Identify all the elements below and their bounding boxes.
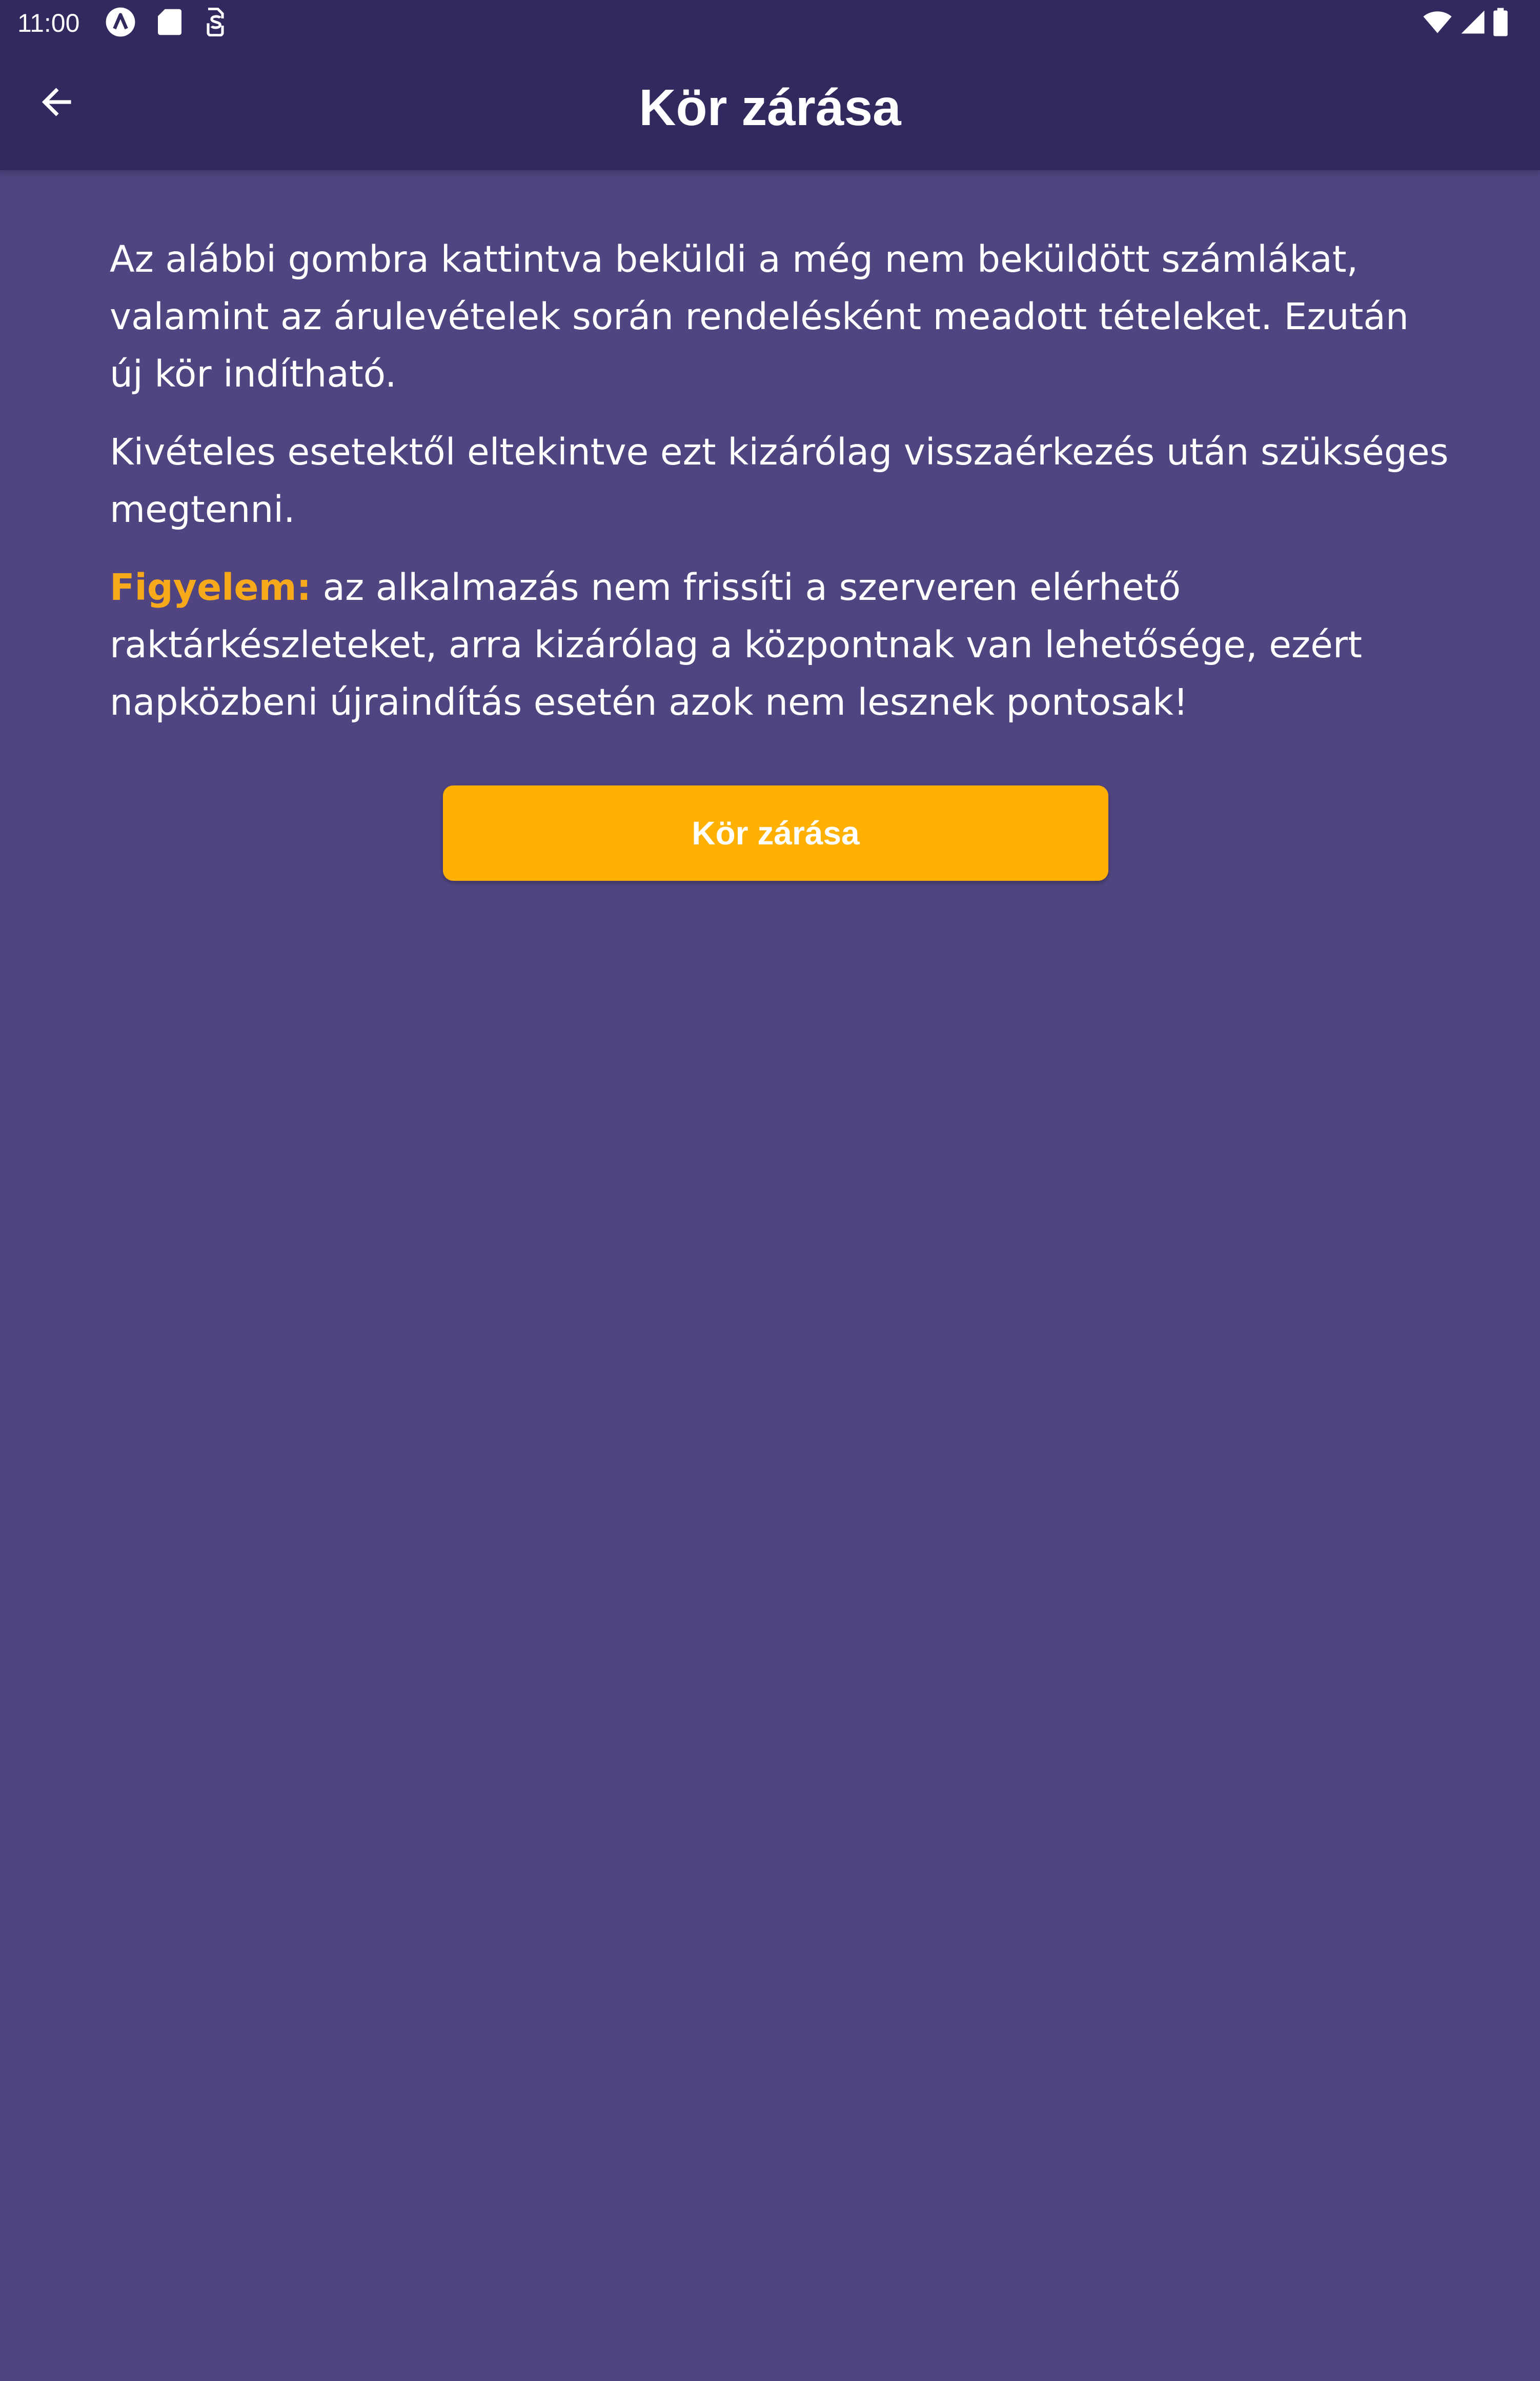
battery-icon (1493, 8, 1508, 39)
autofill-icon (105, 6, 136, 41)
page-title: Kör zárása (639, 79, 901, 136)
status-time: 11:00 (17, 9, 80, 37)
warning-label: Figyelem: (110, 566, 311, 609)
sd-card-icon (158, 8, 181, 39)
status-bar: 11:00 (0, 0, 1540, 46)
warning-paragraph: Figyelem: az alkalmazás nem frissíti a s… (110, 559, 1453, 731)
sim-toolkit-icon (203, 7, 228, 39)
app-bar: Kör zárása (0, 46, 1540, 170)
info-paragraph-2: Kivételes esetektől eltekintve ezt kizár… (110, 431, 1449, 531)
content-area: Az alábbi gombra kattintva beküldi a még… (110, 231, 1453, 752)
info-paragraph-1: Az alábbi gombra kattintva beküldi a még… (110, 238, 1409, 395)
close-round-button[interactable]: Kör zárása (443, 785, 1108, 881)
wifi-icon (1422, 10, 1453, 37)
cell-signal-icon (1460, 9, 1486, 37)
status-notification-icons (105, 6, 228, 40)
status-system-icons (1422, 6, 1508, 40)
